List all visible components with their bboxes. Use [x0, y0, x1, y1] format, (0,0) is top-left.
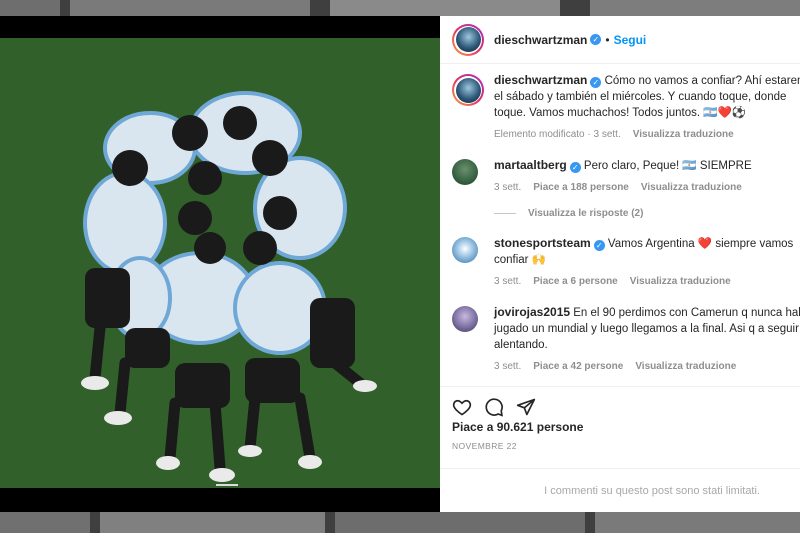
caption-text-line2: el sábado y también el miércoles. Y cuan…	[494, 91, 787, 103]
caption-text-line1: Cómo no vamos a confiar? Ahí estaremos	[604, 75, 800, 87]
post-header: dieschwartzman ✓ • Segui	[440, 16, 800, 64]
comment-text: Pero claro, Peque! 🇦🇷 SIEMPRE	[583, 160, 752, 172]
comment-text-line3: alentando.	[494, 339, 548, 351]
comment-text-line2: confiar 🙌	[494, 254, 547, 266]
author-avatar-image	[455, 27, 481, 52]
comment-item: martaaltberg ✓ Pero claro, Peque! 🇦🇷 SIEM…	[440, 157, 800, 196]
commenter-username[interactable]: jovirojas2015	[494, 305, 570, 319]
comment-likes-link[interactable]: Piace a 6 persone	[533, 274, 618, 290]
author-avatar[interactable]	[452, 23, 484, 56]
author-username[interactable]: dieschwartzman	[494, 33, 587, 47]
post-media[interactable]	[0, 16, 440, 512]
comment-text: Vamos Argentina ❤️ siempre vamos	[607, 238, 794, 250]
comments-limited-notice: I commenti su questo post sono stati lim…	[440, 468, 800, 512]
caption-author-avatar[interactable]	[452, 74, 484, 106]
team-huddle-image	[0, 38, 440, 488]
view-replies-label: Visualizza le risposte (2)	[528, 208, 644, 219]
comments-list[interactable]: dieschwartzman ✓ Cómo no vamos a confiar?…	[440, 72, 800, 390]
verified-badge-icon: ✓	[593, 240, 605, 251]
comment-likes-link[interactable]: Piace a 42 persone	[533, 359, 623, 375]
comment-translate-link[interactable]: Visualizza traduzione	[630, 274, 731, 290]
comment-translate-link[interactable]: Visualizza traduzione	[635, 359, 736, 375]
commenter-username[interactable]: stonesportsteam	[494, 236, 591, 250]
share-icon[interactable]	[516, 397, 536, 417]
caption-edited-label: Elemento modificato · 3 sett.	[494, 129, 621, 140]
post-modal: dieschwartzman ✓ • Segui dieschwartzman ✓…	[0, 16, 800, 512]
verified-badge-icon: ✓	[590, 77, 602, 88]
post-photo	[0, 38, 440, 488]
post-date[interactable]: NOVEMBRE 22	[452, 441, 517, 451]
comment-time: 3 sett.	[494, 361, 522, 372]
comment-translate-link[interactable]: Visualizza traduzione	[641, 180, 742, 196]
comment-icon[interactable]	[484, 397, 504, 417]
comment-text: En el 90 perdimos con Camerun q nunca ha…	[573, 307, 800, 319]
verified-badge-icon: ✓	[590, 34, 602, 45]
caption-text-line3: toque. Vamos muchachos! Todos juntos. 🇦🇷…	[494, 107, 747, 119]
caption-author-username[interactable]: dieschwartzman	[494, 73, 587, 87]
comment-likes-link[interactable]: Piace a 188 persone	[533, 180, 629, 196]
verified-badge-icon: ✓	[569, 162, 581, 173]
commenter-avatar[interactable]	[452, 159, 478, 185]
comment-time: 3 sett.	[494, 276, 522, 287]
replies-divider	[494, 213, 516, 214]
post-side-panel: dieschwartzman ✓ • Segui dieschwartzman ✓…	[440, 16, 800, 512]
commenter-avatar[interactable]	[452, 306, 478, 332]
commenter-avatar[interactable]	[452, 237, 478, 263]
header-separator: •	[605, 32, 610, 47]
comment-text-line2: jugado un mundial y luego llegamos a la …	[494, 323, 799, 335]
caption-translate-link[interactable]: Visualizza traduzione	[633, 127, 734, 143]
post-caption: dieschwartzman ✓ Cómo no vamos a confiar?…	[440, 72, 800, 143]
post-likes-count[interactable]: Piace a 90.621 persone	[452, 420, 583, 434]
comment-time: 3 sett.	[494, 182, 522, 193]
comment-item: jovirojas2015 En el 90 perdimos con Came…	[440, 304, 800, 375]
follow-button[interactable]: Segui	[614, 33, 647, 47]
heart-icon[interactable]	[452, 397, 472, 417]
commenter-username[interactable]: martaaltberg	[494, 158, 567, 172]
background-feed-bottom	[0, 512, 800, 533]
caption-avatar-image	[455, 77, 481, 103]
view-replies-button[interactable]: Visualizza le risposte (2)	[494, 208, 800, 219]
comment-item: stonesportsteam ✓ Vamos Argentina ❤️ siem…	[440, 235, 800, 290]
media-progress-indicator	[216, 484, 238, 486]
background-feed-top	[0, 0, 800, 16]
